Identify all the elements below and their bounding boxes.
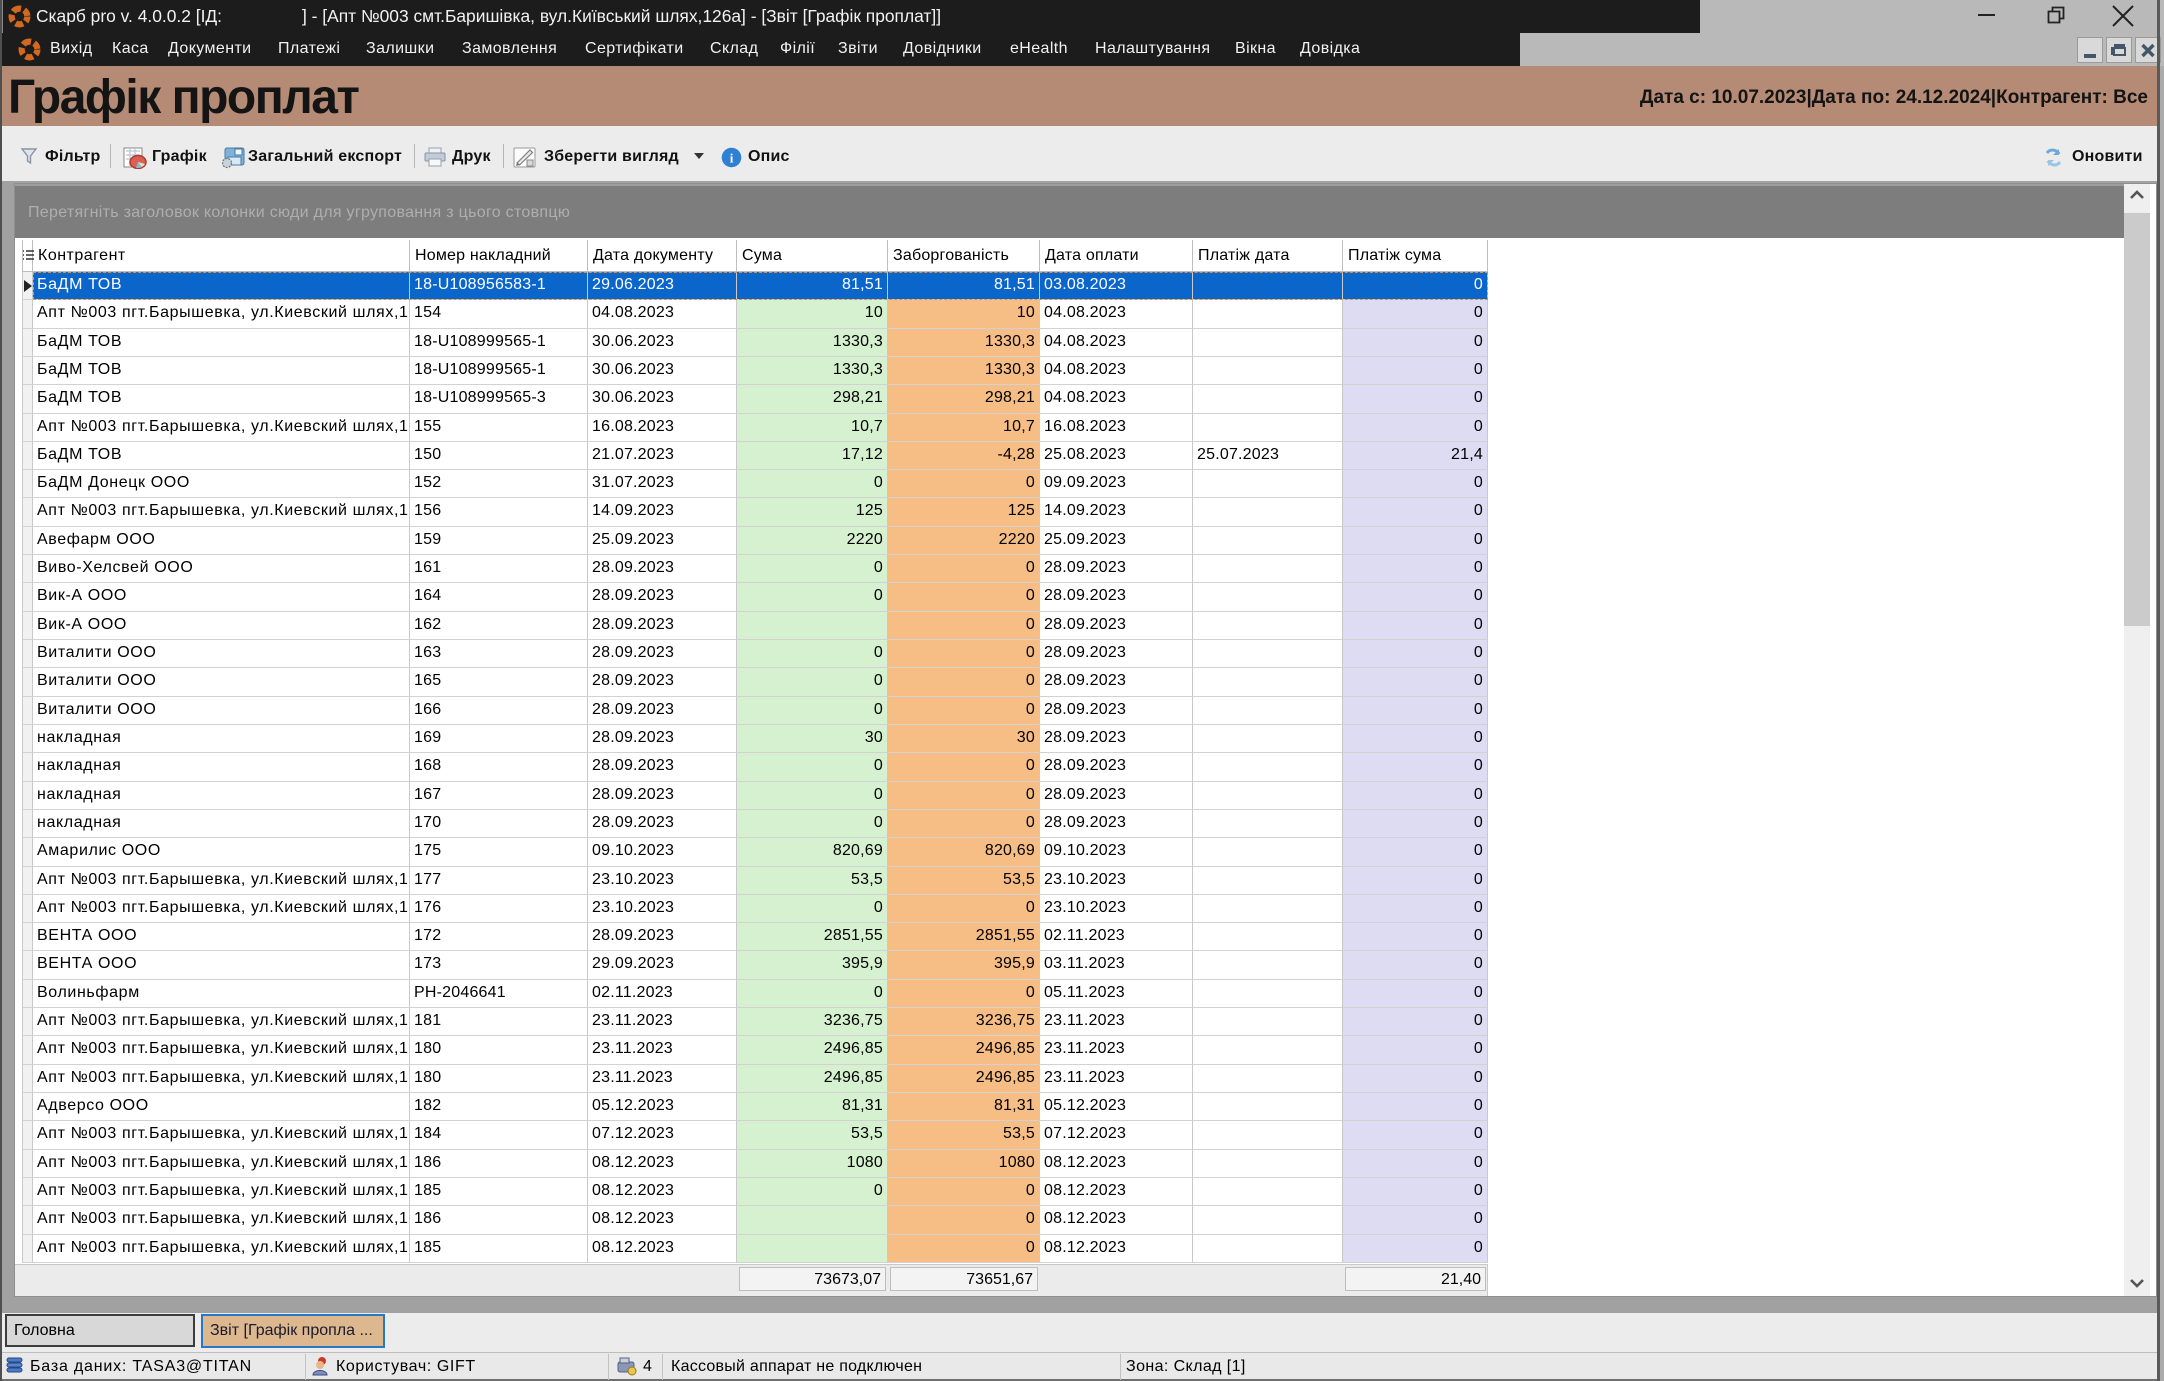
svg-text:i: i <box>730 151 734 166</box>
